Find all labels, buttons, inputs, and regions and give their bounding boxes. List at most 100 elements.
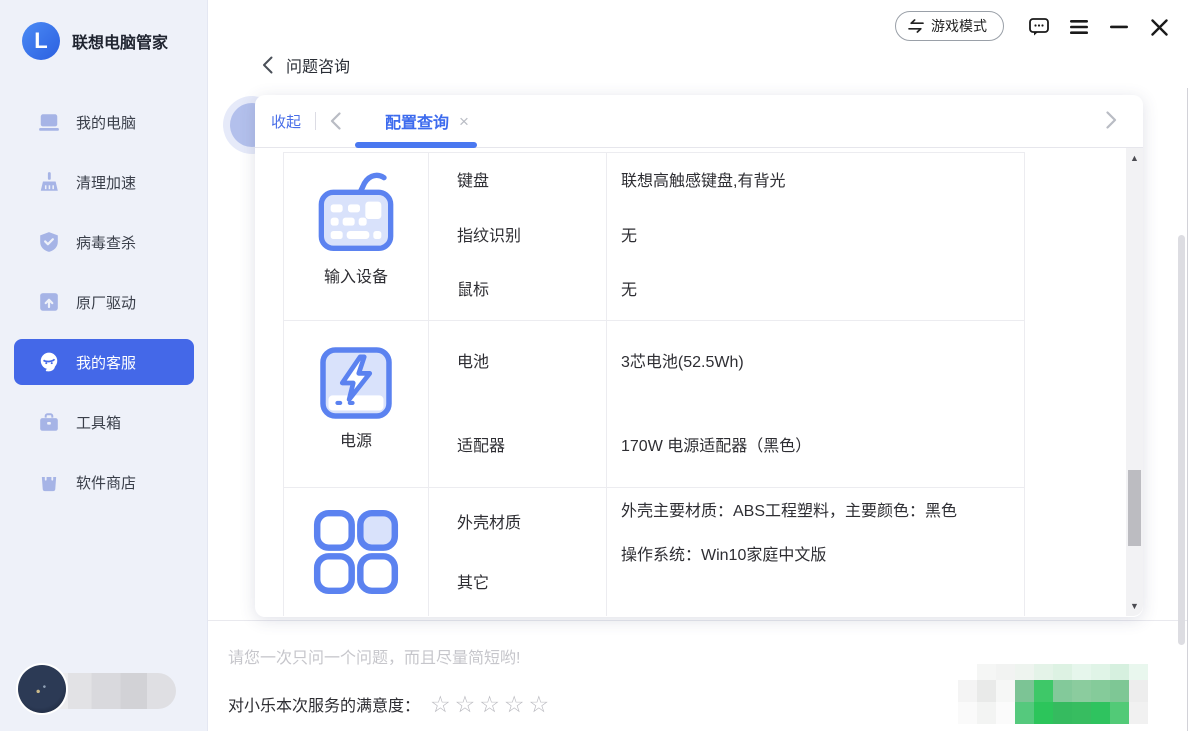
sidebar-item-label: 原厂驱动: [76, 292, 136, 313]
spec-values: 联想高触感键盘,有背光 无 无: [607, 153, 1024, 320]
tab-scroll-right-icon[interactable]: [1106, 111, 1117, 129]
spec-label: 鼠标: [457, 279, 606, 303]
config-query-panel: 收起 配置查询 ×: [255, 95, 1143, 617]
spec-value: 联想高触感键盘,有背光: [621, 170, 1024, 194]
tab-label: 配置查询: [385, 109, 449, 133]
censored-pixel: [1053, 664, 1072, 680]
chat-input-placeholder[interactable]: 请您一次只问一个问题，而且尽量简短哟!: [228, 644, 520, 668]
spec-label: 适配器: [457, 435, 606, 459]
game-mode-button[interactable]: 游戏模式: [895, 11, 1004, 41]
censored-pixel: [1034, 702, 1053, 724]
censored-pixel: [1015, 664, 1034, 680]
driver-icon: [38, 291, 60, 313]
star-rating-4[interactable]: ☆: [504, 693, 525, 716]
spec-value: 外壳主要材质：ABS工程塑料，主要颜色：黑色: [621, 498, 973, 526]
censored-pixel: [977, 664, 996, 680]
censored-pixel: [1053, 680, 1072, 702]
collapse-link[interactable]: 收起: [271, 111, 301, 132]
service-icon: [38, 351, 60, 373]
keyboard-icon: [313, 167, 399, 263]
category-label: 输入设备: [324, 263, 388, 287]
censored-pixel: [1091, 680, 1110, 702]
censored-pixel: [1072, 664, 1091, 680]
censored-pixel: [1091, 664, 1110, 680]
sidebar-item-label: 软件商店: [76, 472, 136, 493]
sidebar-item-software-store[interactable]: 软件商店: [0, 452, 208, 512]
censored-pixel: [1015, 702, 1034, 724]
censored-pixel: [1129, 702, 1148, 724]
minimize-icon[interactable]: [1106, 14, 1132, 40]
sidebar-item-virus-scan[interactable]: 病毒查杀: [0, 212, 208, 272]
table-row-input-devices: 输入设备 键盘 指纹识别 鼠标 联想高触感键盘,有背光 无 无: [284, 152, 1024, 320]
table-row-power: 电源 电池 适配器 3芯电池(52.5Wh) 170W 电源适配器（黑色）: [284, 320, 1024, 487]
censored-pixel: [1110, 702, 1129, 724]
back-chevron-icon[interactable]: [262, 56, 273, 74]
tab-close-icon[interactable]: ×: [459, 113, 469, 130]
scroll-down-arrow-icon[interactable]: ▼: [1126, 598, 1143, 614]
star-rating-1[interactable]: ☆: [430, 693, 451, 716]
censored-pixel: [1072, 680, 1091, 702]
spec-values: 外壳主要材质：ABS工程塑料，主要颜色：黑色 操作系统：Win10家庭中文版: [607, 488, 1024, 616]
user-account-row[interactable]: [0, 665, 208, 717]
censored-pixel: [1110, 664, 1129, 680]
censored-pixel: [1110, 680, 1129, 702]
star-rating-2[interactable]: ☆: [455, 693, 476, 716]
toolbox-icon: [38, 411, 60, 433]
spec-value: 无: [621, 225, 1024, 249]
censored-pixel: [996, 702, 1015, 724]
sidebar-item-clean-boost[interactable]: 清理加速: [0, 152, 208, 212]
close-icon[interactable]: [1146, 14, 1172, 40]
sidebar-item-my-service[interactable]: 我的客服: [14, 339, 194, 385]
sidebar-item-label: 我的客服: [76, 352, 136, 373]
scroll-up-arrow-icon[interactable]: ▲: [1126, 150, 1143, 166]
panel-scrollbar-thumb[interactable]: [1128, 470, 1141, 546]
sidebar-item-label: 我的电脑: [76, 112, 136, 133]
page-title: 问题咨询: [286, 53, 350, 77]
censored-pixel: [1034, 680, 1053, 702]
breadcrumb: 问题咨询: [262, 50, 350, 80]
censored-pixel: [1053, 702, 1072, 724]
spec-labels: 键盘 指纹识别 鼠标: [429, 153, 607, 320]
grid-icon: [310, 506, 402, 598]
sidebar-item-oem-drivers[interactable]: 原厂驱动: [0, 272, 208, 332]
censored-pixel: [977, 680, 996, 702]
spec-value: 170W 电源适配器（黑色）: [621, 435, 1024, 459]
power-icon: [312, 339, 400, 427]
satisfaction-row: 对小乐本次服务的满意度： ☆ ☆ ☆ ☆ ☆: [228, 692, 549, 716]
chat-scrollbar-thumb[interactable]: [1178, 235, 1185, 645]
sidebar-item-my-computer[interactable]: 我的电脑: [0, 92, 208, 152]
sidebar-item-label: 工具箱: [76, 412, 121, 433]
spec-values: 3芯电池(52.5Wh) 170W 电源适配器（黑色）: [607, 321, 1024, 487]
main-area: 游戏模式 问题咨询 收起 配置查询: [208, 0, 1188, 731]
sidebar-item-label: 病毒查杀: [76, 232, 136, 253]
user-avatar[interactable]: [18, 665, 66, 713]
censored-pixel: [1034, 664, 1053, 680]
store-icon: [38, 471, 60, 493]
censored-block: [958, 664, 1148, 724]
star-rating-3[interactable]: ☆: [479, 693, 500, 716]
category-label: 电源: [340, 427, 372, 451]
titlebar: 游戏模式: [208, 0, 1188, 52]
censored-pixel: [1091, 702, 1110, 724]
sidebar-item-toolbox[interactable]: 工具箱: [0, 392, 208, 452]
swap-arrows-icon: [908, 19, 924, 33]
spec-table: 输入设备 键盘 指纹识别 鼠标 联想高触感键盘,有背光 无 无: [283, 152, 1025, 616]
censored-pixel: [958, 702, 977, 724]
category-cell: 输入设备: [284, 153, 429, 320]
app-logo-icon: L: [22, 22, 60, 60]
shield-icon: [38, 231, 60, 253]
hamburger-icon[interactable]: [1066, 14, 1092, 40]
spec-label: 外壳材质: [457, 512, 606, 536]
panel-scrollbar[interactable]: ▲ ▼: [1126, 148, 1143, 616]
tab-scroll-left-icon[interactable]: [330, 112, 341, 130]
table-row-other: 外壳材质 其它 外壳主要材质：ABS工程塑料，主要颜色：黑色 操作系统：Win1…: [284, 487, 1024, 616]
chat-bubble-icon[interactable]: [1026, 14, 1052, 40]
spec-label: 键盘: [457, 170, 606, 194]
tab-config-query[interactable]: 配置查询 ×: [385, 109, 469, 133]
spec-labels: 电池 适配器: [429, 321, 607, 487]
computer-icon: [38, 111, 60, 133]
censored-pixel: [1015, 680, 1034, 702]
censored-pixel: [1072, 702, 1091, 724]
star-rating-5[interactable]: ☆: [529, 693, 550, 716]
spec-value: 无: [621, 279, 1024, 303]
